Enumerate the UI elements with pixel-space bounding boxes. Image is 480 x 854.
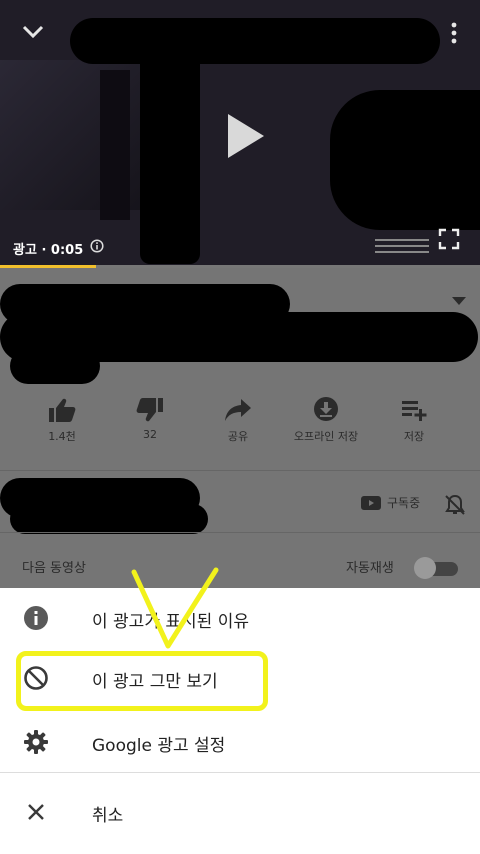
menu-item-google-ad-settings[interactable]: Google 광고 설정 [0,716,480,766]
redaction-mark [10,348,100,384]
dislike-count: 32 [143,428,157,441]
redaction-mark [70,18,440,64]
collapse-chevron-icon[interactable] [20,18,46,44]
subscribed-label: 구독중 [387,496,421,510]
redaction-mark [140,40,200,264]
up-next-label: 다음 동영상 [22,561,86,576]
ad-options-sheet: 이 광고가 표시된 이유 이 광고 그만 보기 Google 광고 설정 취소 [0,588,480,854]
like-count: 1.4천 [48,430,76,443]
subscribed-button[interactable]: 구독중 [361,494,420,511]
like-button[interactable]: 1.4천 [12,396,112,444]
save-button[interactable]: 저장 [364,396,464,444]
cancel-label: 취소 [92,806,124,826]
menu-item-stop-seeing-ad[interactable]: 이 광고 그만 보기 [0,652,480,702]
menu-item-label: 이 광고 그만 보기 [92,672,218,692]
menu-item-cancel[interactable]: 취소 [0,786,480,836]
share-label: 공유 [227,430,249,443]
ad-info-icon[interactable] [90,239,104,253]
fullscreen-icon[interactable] [438,228,460,250]
youtube-logo-icon [361,495,381,510]
info-icon [24,606,48,630]
thumbs-down-icon [136,398,163,422]
menu-item-label: Google 광고 설정 [92,736,226,756]
video-frame-figure [100,70,130,220]
expand-description-icon[interactable] [452,296,466,306]
dislike-button[interactable]: 32 [100,396,200,441]
divider [0,772,480,773]
notification-off-bell-icon[interactable] [443,493,467,517]
share-icon [225,399,251,421]
autoplay-toggle[interactable] [414,557,460,579]
close-icon [28,804,44,820]
save-label: 저장 [403,430,425,443]
gear-icon [24,730,48,754]
block-icon [24,666,48,690]
redaction-mark [330,90,480,230]
menu-item-why-this-ad[interactable]: 이 광고가 표시된 이유 [0,592,480,642]
action-bar: 1.4천 32 공유 오프라인 저장 저장 [0,396,480,456]
play-icon[interactable] [222,112,268,160]
add-to-playlist-icon [402,401,427,421]
ad-fine-print [375,239,429,253]
redaction-mark [10,504,208,534]
thumbs-up-icon [49,398,76,422]
download-button[interactable]: 오프라인 저장 [276,396,376,444]
video-player[interactable]: 광고 · 0:05 [0,0,480,267]
download-icon [314,397,338,421]
divider [0,532,480,533]
menu-item-label: 이 광고가 표시된 이유 [92,612,249,632]
divider [0,470,480,471]
autoplay-label: 자동재생 [346,561,394,576]
ad-time-label: 광고 · 0:05 [13,243,84,258]
share-button[interactable]: 공유 [188,396,288,444]
toggle-knob [414,557,436,579]
download-label: 오프라인 저장 [293,430,359,443]
more-options-icon[interactable] [444,18,464,48]
